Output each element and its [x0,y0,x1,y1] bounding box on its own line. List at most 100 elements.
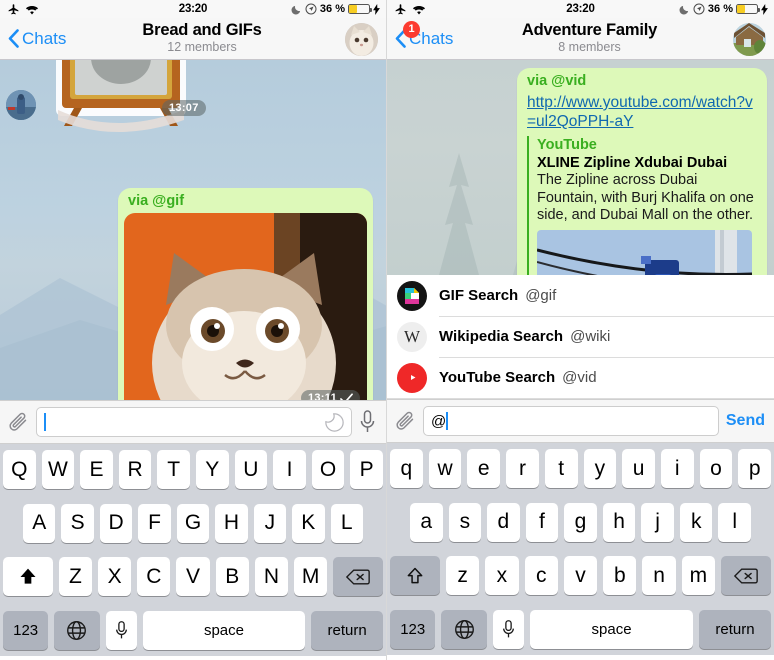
back-button-label: Chats [22,28,67,48]
key-p[interactable]: P [350,450,383,489]
microphone-icon[interactable] [359,410,376,434]
gif-image[interactable] [124,213,367,400]
key-b[interactable]: B [215,557,249,597]
key-q[interactable]: Q [3,450,36,489]
bot-result-row-youtube[interactable]: YouTube Search @vid [387,357,774,398]
return-key[interactable]: return [698,609,771,649]
key-g[interactable]: g [564,502,597,542]
key-f[interactable]: f [525,502,559,542]
sender-avatar[interactable] [6,90,36,120]
key-n[interactable]: n [642,556,676,596]
key-q[interactable]: q [389,449,423,488]
paperclip-icon[interactable] [8,411,29,434]
key-k[interactable]: k [679,502,713,542]
backspace-icon[interactable] [721,556,771,596]
wikipedia-bot-icon: W [397,321,427,352]
send-button[interactable]: Send [726,412,766,430]
bot-result-row-gif[interactable]: GIF Search @gif [387,275,774,316]
key-d[interactable]: d [487,502,520,542]
key-w[interactable]: w [428,449,462,488]
paperclip-icon[interactable] [395,410,416,433]
key-x[interactable]: x [485,556,519,596]
key-t[interactable]: T [157,450,190,489]
key-c[interactable]: c [524,556,558,596]
key-o[interactable]: o [699,449,733,488]
key-c[interactable]: C [137,557,171,597]
backspace-icon[interactable] [333,557,384,597]
key-f[interactable]: F [138,503,171,543]
space-key[interactable]: space [142,610,306,650]
key-y[interactable]: Y [196,450,229,489]
on-screen-keyboard: q w e r t y u i o p a s d f g h j k l z … [387,443,774,655]
chat-avatar[interactable] [733,23,766,56]
key-i[interactable]: I [273,450,306,489]
shift-filled-icon[interactable] [3,557,53,597]
link-preview-photo[interactable] [537,229,752,275]
key-l[interactable]: l [718,502,752,542]
shift-outline-icon[interactable] [390,556,440,596]
key-j[interactable]: J [253,503,287,543]
key-x[interactable]: X [98,557,132,597]
key-a[interactable]: a [409,502,443,542]
globe-icon[interactable] [54,610,100,650]
gif-message-bubble[interactable]: via @gif 13:11 [118,188,373,400]
key-y[interactable]: y [583,449,617,488]
key-h[interactable]: h [602,502,636,542]
dictation-microphone-icon[interactable] [492,609,525,649]
dictation-microphone-icon[interactable] [105,610,137,650]
key-k[interactable]: K [292,503,325,543]
back-to-chats-button[interactable]: 1 Chats [395,20,453,49]
return-key[interactable]: return [311,610,384,650]
key-m[interactable]: M [294,557,328,597]
key-s[interactable]: s [448,502,482,542]
key-u[interactable]: U [234,450,268,489]
bot-result-row-wiki[interactable]: W Wikipedia Search @wiki [387,316,774,357]
status-right-icons: 36 % [291,3,380,15]
key-v[interactable]: v [563,556,598,596]
key-r[interactable]: R [118,450,152,489]
key-a[interactable]: A [23,503,56,543]
via-bot-label: via @gif [128,193,185,209]
key-w[interactable]: W [41,450,75,489]
sticker-icon[interactable] [325,412,344,432]
key-b[interactable]: b [603,556,637,596]
numbers-key[interactable]: 123 [390,609,436,649]
gif-timestamp: 13:11 [307,392,337,400]
numbers-key[interactable]: 123 [3,610,49,650]
battery-percent: 36 % [707,3,733,15]
key-g[interactable]: G [176,503,210,543]
space-key[interactable]: space [530,609,693,649]
back-to-chats-button[interactable]: Chats [8,29,66,49]
chat-message-area: via @vid http://www.youtube.com/watch?v=… [387,60,774,275]
link-preview-card[interactable]: YouTube XLINE Zipline Xdubai Dubai The Z… [527,136,757,275]
text-cursor [44,413,46,431]
bot-name: GIF Search [439,287,519,304]
key-p[interactable]: p [738,449,772,488]
key-m[interactable]: m [681,556,716,596]
youtube-link-message-bubble[interactable]: via @vid http://www.youtube.com/watch?v=… [517,68,767,275]
key-z[interactable]: Z [58,557,92,597]
message-text-field[interactable] [36,407,352,437]
key-j[interactable]: j [641,502,674,542]
message-text-field[interactable]: @ [423,406,719,436]
chat-avatar[interactable] [345,23,378,56]
key-v[interactable]: V [176,557,210,597]
key-i[interactable]: i [660,449,694,488]
key-t[interactable]: t [544,449,578,488]
key-h[interactable]: H [215,503,248,543]
key-d[interactable]: D [99,503,133,543]
location-icon [305,3,317,15]
key-l[interactable]: L [330,503,363,543]
key-n[interactable]: N [254,557,289,597]
key-e[interactable]: E [80,450,113,489]
key-o[interactable]: O [311,450,345,489]
keyboard-row-4: 123 space return [390,609,771,651]
key-e[interactable]: e [467,449,501,488]
battery-icon [736,4,760,14]
key-s[interactable]: S [61,503,94,543]
key-r[interactable]: r [506,449,539,488]
globe-icon[interactable] [441,609,487,649]
youtube-link[interactable]: http://www.youtube.com/watch?v=ul2QoPPH-… [517,93,767,134]
key-u[interactable]: u [622,449,655,488]
key-z[interactable]: z [445,556,480,596]
